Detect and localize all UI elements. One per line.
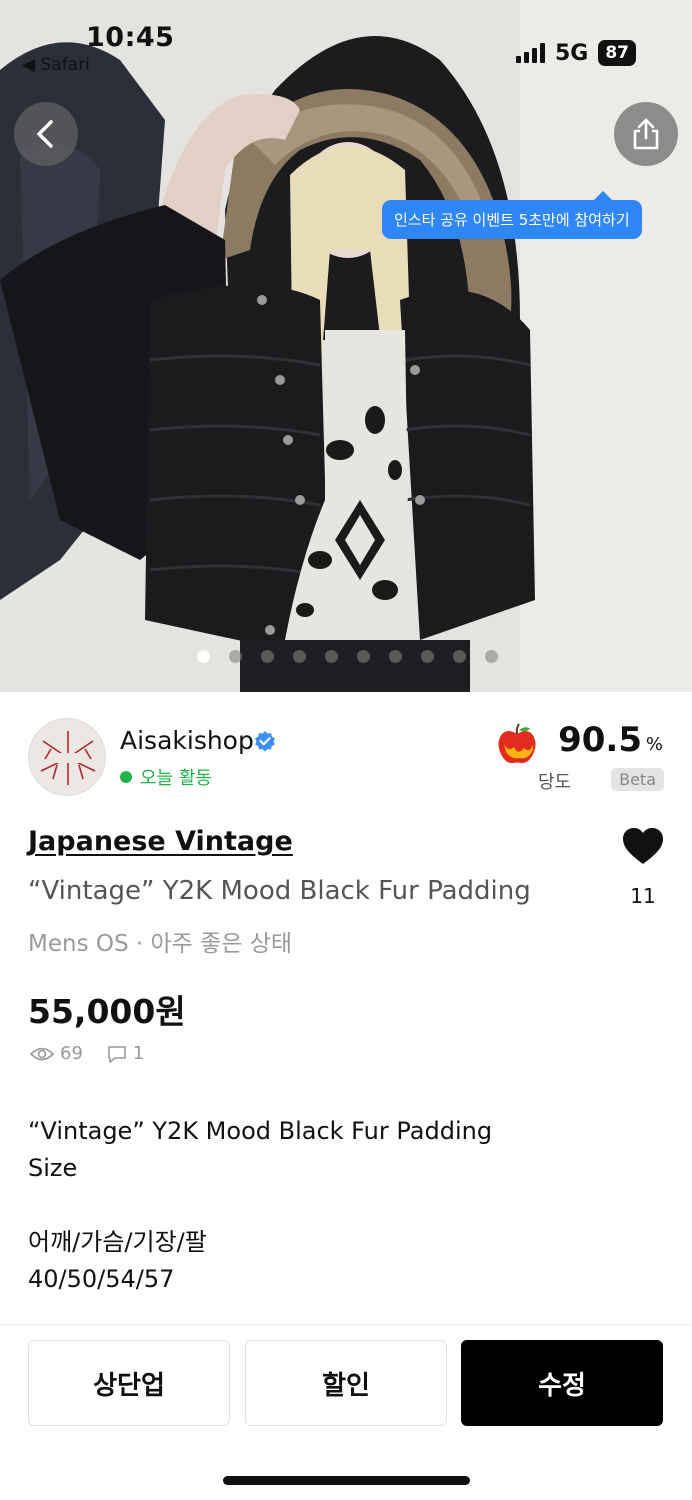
description-line: Size (28, 1154, 78, 1182)
carousel-dot[interactable] (453, 650, 466, 663)
carousel-pagination (197, 650, 498, 663)
network-type: 5G (554, 40, 589, 66)
description-line: 40/50/54/57 (28, 1265, 175, 1293)
seller-avatar[interactable] (28, 718, 106, 796)
carousel-dot[interactable] (421, 650, 434, 663)
carousel-dot[interactable] (197, 650, 210, 663)
product-title: “Vintage” Y2K Mood Black Fur Padding (28, 876, 531, 906)
status-indicators: 5G 87 (515, 38, 636, 68)
chevron-left-icon (37, 120, 53, 148)
chat-icon (108, 1045, 126, 1063)
sweetness-rating[interactable]: 90.5 % 당도 Beta (498, 718, 668, 800)
product-meta: Mens OS · 아주 좋은 상태 (28, 931, 293, 957)
heart-icon (623, 828, 663, 864)
comment-count: 1 (132, 1043, 145, 1064)
description-line: 어깨/가슴/기장/팔 (28, 1228, 207, 1256)
beta-badge: Beta (611, 768, 664, 791)
carousel-dot[interactable] (389, 650, 402, 663)
seller-name[interactable]: Aisakishop (120, 726, 254, 755)
activity-label: 오늘 활동 (140, 768, 212, 789)
rating-unit: % (645, 734, 663, 755)
carousel-dot[interactable] (357, 650, 370, 663)
description-line: “Vintage” Y2K Mood Black Fur Padding (28, 1117, 493, 1145)
promo-tooltip[interactable]: 인스타 공유 이벤트 5초만에 참여하기 (382, 191, 642, 239)
discount-button[interactable]: 할인 (245, 1340, 447, 1426)
brand-link[interactable]: Japanese Vintage (28, 826, 293, 857)
bump-button[interactable]: 상단업 (28, 1340, 230, 1426)
carousel-dot[interactable] (325, 650, 338, 663)
seller-activity: 오늘 활동 (120, 764, 212, 790)
like-button[interactable]: 11 (620, 826, 666, 908)
view-count: 69 (60, 1043, 83, 1064)
signal-icon (515, 43, 545, 63)
rating-value: 90.5 (558, 720, 642, 760)
back-button[interactable] (14, 102, 78, 166)
carousel-dot[interactable] (485, 650, 498, 663)
carousel-dot[interactable] (229, 650, 242, 663)
product-stats: 69 1 (30, 1043, 144, 1064)
product-image-carousel[interactable]: 10:45 ◀ Safari 5G 87 인스타 공유 이벤트 5초만에 참여하… (0, 0, 692, 692)
back-to-app-link[interactable]: ◀ Safari (22, 55, 90, 75)
active-status-icon (120, 771, 132, 783)
verified-badge-icon (255, 731, 275, 752)
apple-icon (498, 723, 536, 764)
share-button[interactable] (614, 102, 678, 166)
like-count: 11 (630, 884, 656, 908)
share-icon (633, 118, 659, 150)
shop-logo-icon (40, 731, 96, 785)
carousel-dot[interactable] (261, 650, 274, 663)
status-time: 10:45 (86, 22, 175, 53)
product-photo (0, 0, 692, 692)
product-price: 55,000원 (28, 992, 186, 1031)
product-description: “Vintage” Y2K Mood Black Fur Padding Siz… (28, 1113, 492, 1298)
description-line (28, 1187, 492, 1224)
battery-icon: 87 (598, 40, 636, 66)
eye-icon (30, 1047, 54, 1060)
home-indicator[interactable] (223, 1476, 470, 1485)
edit-button[interactable]: 수정 (461, 1340, 663, 1426)
carousel-dot[interactable] (293, 650, 306, 663)
rating-label: 당도 (538, 772, 572, 793)
bottom-action-bar: 상단업 할인 수정 (0, 1324, 692, 1500)
seller-row[interactable]: Aisakishop 오늘 활동 90.5 % 당도 Beta (28, 718, 668, 800)
